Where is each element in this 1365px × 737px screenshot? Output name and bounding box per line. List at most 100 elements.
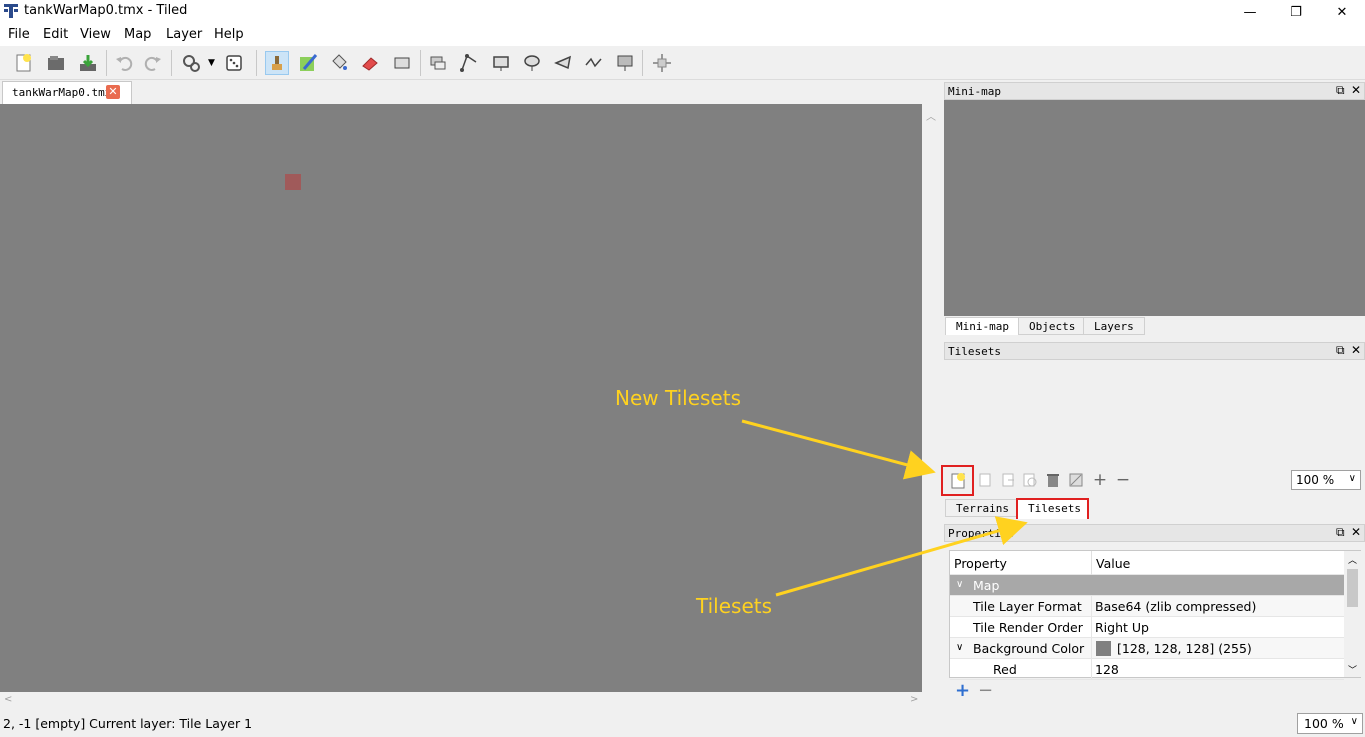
import-tileset-icon[interactable] [975, 470, 995, 490]
property-group-label: Map [973, 578, 1000, 593]
properties-table: Property Value ∨ Map Tile Layer Format B… [949, 550, 1361, 680]
tab-tilesets[interactable]: Tilesets [1016, 498, 1089, 519]
document-tab-bar [0, 80, 940, 104]
add-property-icon[interactable]: + [955, 680, 970, 701]
terrain-brush-icon[interactable] [296, 51, 320, 75]
table-row[interactable]: ∨ Background Color [128, 128, 128] (255) [950, 638, 1344, 659]
property-value: 128 [1095, 662, 1119, 677]
float-dock-icon[interactable]: ⧉ [1336, 525, 1345, 540]
status-zoom-select[interactable]: 100 % ∨ [1297, 713, 1363, 734]
table-row[interactable]: Tile Render Order Right Up [950, 617, 1344, 638]
select-objects-icon[interactable] [426, 51, 450, 75]
maximize-button[interactable]: ❐ [1273, 0, 1319, 24]
scrollbar-thumb[interactable] [1347, 569, 1358, 607]
chevron-down-icon: ∨ [1350, 716, 1358, 727]
zoom-out-icon[interactable]: − [1113, 470, 1133, 490]
chevron-down-icon[interactable]: ∨ [956, 579, 963, 590]
tab-objects[interactable]: Objects [1018, 317, 1087, 335]
zoom-in-icon[interactable]: + [1090, 470, 1110, 490]
property-group-map[interactable]: ∨ Map [950, 575, 1344, 596]
tab-minimap[interactable]: Mini-map [945, 317, 1020, 335]
chevron-down-icon[interactable]: ▼ [208, 58, 215, 68]
annotation-tilesets: Tilesets [696, 594, 773, 618]
table-header: Property Value [950, 551, 1344, 575]
float-dock-icon[interactable]: ⧉ [1336, 83, 1345, 98]
scroll-up-icon[interactable]: ︿ [1348, 553, 1357, 566]
map-canvas[interactable] [0, 104, 922, 692]
minimap-dock-title: Mini-map [944, 82, 1365, 100]
insert-ellipse-icon[interactable] [520, 51, 544, 75]
stamp-brush-icon[interactable] [265, 51, 289, 75]
open-file-icon[interactable] [44, 51, 68, 75]
minimap-view[interactable] [944, 100, 1365, 316]
horizontal-scrollbar[interactable]: < > [0, 692, 922, 709]
status-text: 2, -1 [empty] Current layer: Tile Layer … [3, 716, 253, 731]
column-header-value: Value [1096, 556, 1131, 571]
remove-property-icon[interactable]: − [978, 680, 993, 701]
save-file-icon[interactable] [76, 51, 100, 75]
vertical-scrollbar[interactable]: ︿ [922, 104, 939, 692]
main-toolbar [0, 46, 1365, 80]
toolbar-separator [256, 50, 257, 76]
menu-edit[interactable]: Edit [43, 27, 68, 42]
menu-layer[interactable]: Layer [166, 27, 202, 42]
delete-tileset-icon[interactable] [1043, 470, 1063, 490]
tileset-properties-icon[interactable] [1020, 470, 1040, 490]
property-name: Background Color [973, 641, 1085, 656]
tiled-app-icon [4, 4, 18, 18]
tilesets-dock-title-text: Tilesets [948, 345, 1001, 358]
scroll-left-icon[interactable]: < [4, 694, 12, 705]
tab-terrains[interactable]: Terrains [945, 499, 1020, 517]
tileset-zoom-select[interactable]: 100 % ∨ [1291, 470, 1361, 490]
menu-file[interactable]: File [8, 27, 30, 42]
table-row[interactable]: Red 128 [950, 659, 1344, 680]
title-bar [0, 0, 1365, 24]
tilesets-dock-title: Tilesets [944, 342, 1365, 360]
insert-polyline-icon[interactable] [582, 51, 606, 75]
toolbar-separator [171, 50, 172, 76]
minimize-button[interactable]: — [1227, 0, 1273, 24]
table-row[interactable]: Tile Layer Format Base64 (zlib compresse… [950, 596, 1344, 617]
move-icon[interactable] [650, 51, 674, 75]
menu-bar [0, 24, 1365, 46]
commands-gear-icon[interactable] [179, 51, 203, 75]
scroll-down-icon[interactable]: ﹀ [1348, 663, 1357, 676]
toolbar-separator [420, 50, 421, 76]
new-tileset-button[interactable] [941, 465, 974, 496]
edit-polygons-icon[interactable] [457, 51, 481, 75]
property-value: [128, 128, 128] (255) [1117, 641, 1252, 656]
insert-polygon-icon[interactable] [551, 51, 575, 75]
rectangle-select-icon[interactable] [390, 51, 414, 75]
close-dock-icon[interactable]: ✕ [1351, 83, 1361, 97]
property-value: Right Up [1095, 620, 1149, 635]
redo-icon[interactable] [141, 51, 165, 75]
color-swatch[interactable] [1096, 641, 1111, 656]
export-tileset-icon[interactable] [998, 470, 1018, 490]
menu-view[interactable]: View [80, 27, 111, 42]
scroll-up-icon[interactable]: ︿ [926, 108, 936, 123]
menu-map[interactable]: Map [124, 27, 151, 42]
properties-dock-title: Properties [944, 524, 1365, 542]
bucket-fill-icon[interactable] [327, 51, 351, 75]
close-dock-icon[interactable]: ✕ [1351, 343, 1361, 357]
insert-rectangle-icon[interactable] [489, 51, 513, 75]
tab-layers[interactable]: Layers [1083, 317, 1145, 335]
properties-scrollbar[interactable]: ︿ ﹀ [1344, 551, 1361, 677]
float-dock-icon[interactable]: ⧉ [1336, 343, 1345, 358]
chevron-down-icon: ∨ [1348, 473, 1356, 484]
random-dice-icon[interactable] [222, 51, 246, 75]
insert-tile-icon[interactable] [613, 51, 637, 75]
minimap-dock-title-text: Mini-map [948, 85, 1001, 98]
properties-dock-title-text: Properties [948, 527, 1015, 540]
scroll-right-icon[interactable]: > [910, 694, 918, 705]
eraser-icon[interactable] [358, 51, 382, 75]
new-file-icon[interactable] [12, 51, 36, 75]
close-tab-icon[interactable]: ✕ [106, 85, 120, 99]
tileset-zoom-value: 100 % [1296, 473, 1335, 487]
edit-terrain-icon[interactable] [1066, 470, 1086, 490]
chevron-down-icon[interactable]: ∨ [956, 642, 963, 653]
close-dock-icon[interactable]: ✕ [1351, 525, 1361, 539]
undo-icon[interactable] [112, 51, 136, 75]
menu-help[interactable]: Help [214, 27, 244, 42]
close-window-button[interactable]: ✕ [1319, 0, 1365, 24]
